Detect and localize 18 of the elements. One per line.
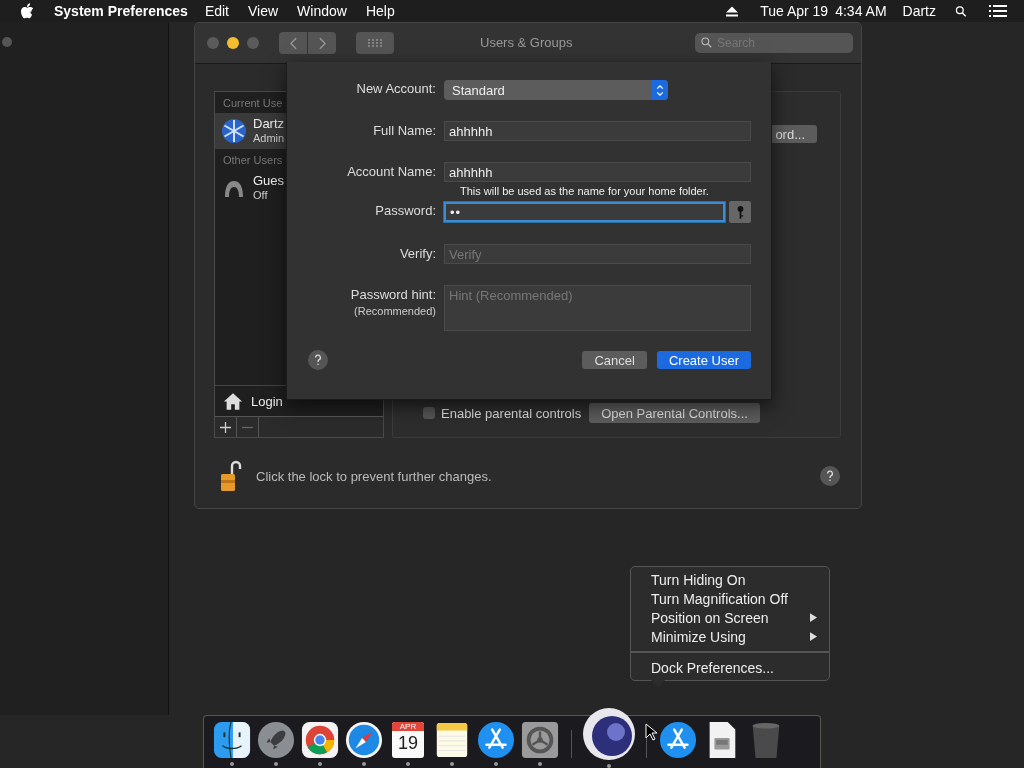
field-note: This will be used as the name for your home folder. [460,185,710,197]
user-name: Gues [253,174,285,188]
field-label: Password: [375,203,436,218]
lock-message: Click the lock to prevent further changes. [256,468,492,484]
field-label: Password hint: [350,287,436,302]
field-label: Account Name: [347,164,436,179]
section-heading: Other Users [222,153,284,168]
field-sublabel: (Recommended) [354,305,436,317]
checkbox-label: Enable parental controls [441,405,582,421]
section-heading: Current Use [222,96,284,111]
user-role: Off [253,188,269,202]
login-options-label: Login [251,393,283,409]
window-title: Users & Groups [480,35,573,50]
field-label: Verify: [399,246,436,261]
field-label: Full Name: [373,123,436,138]
field-label: New Account: [355,80,437,96]
user-name: Dartz [253,117,285,131]
user-role: Admin [253,131,285,145]
